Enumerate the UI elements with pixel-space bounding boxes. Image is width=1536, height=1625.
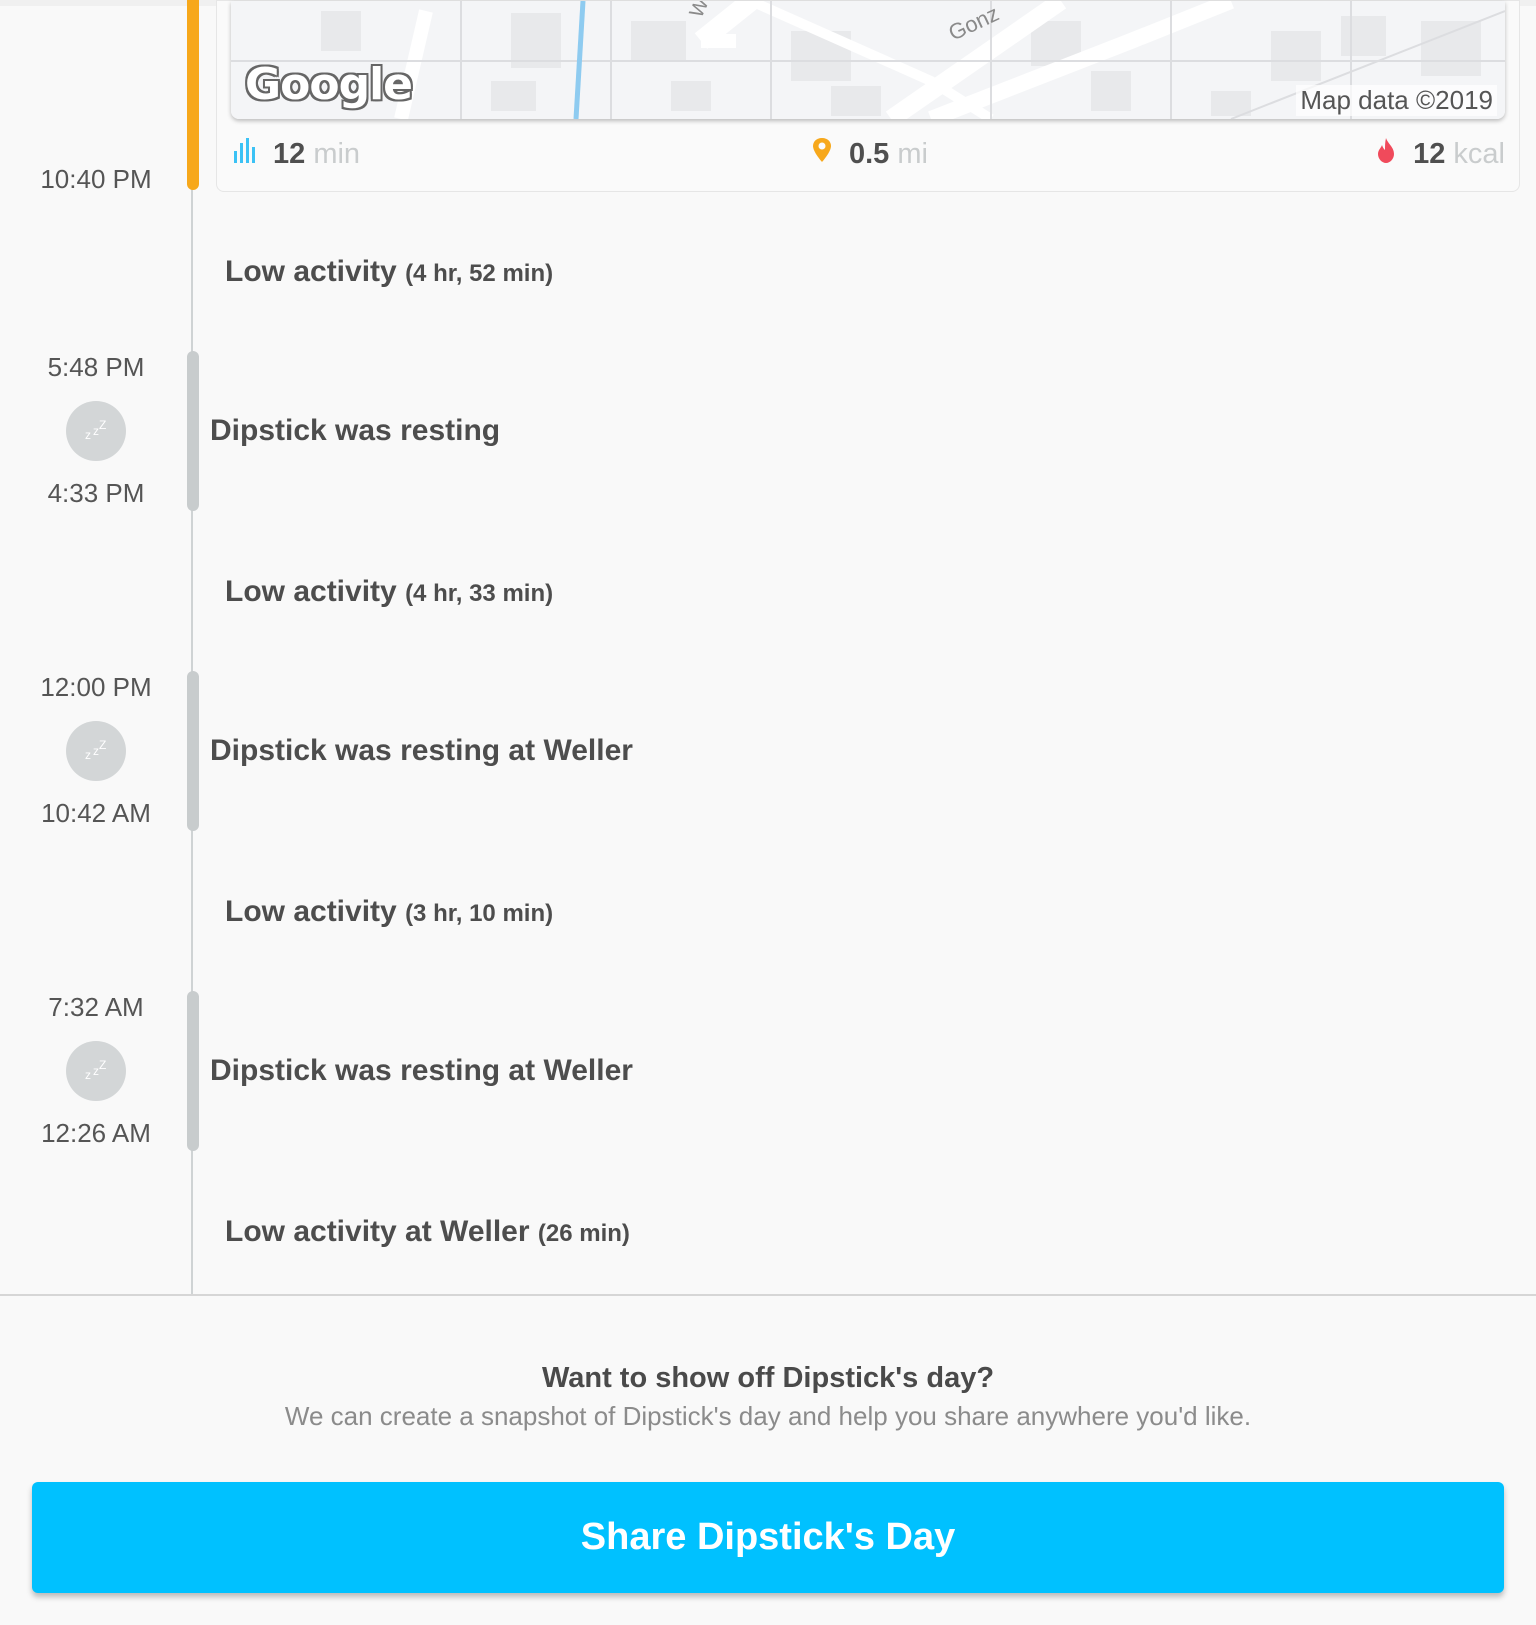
low-activity-duration: (3 hr, 10 min) bbox=[405, 900, 554, 927]
duration-value: 12 bbox=[273, 137, 306, 170]
duration-unit: min bbox=[313, 137, 361, 170]
flame-icon bbox=[1371, 135, 1401, 173]
sleep-icon: zzZ bbox=[66, 401, 126, 461]
svg-text:z: z bbox=[85, 1068, 91, 1082]
route-map[interactable]: Gonz W Google Map data ©2019 bbox=[231, 1, 1505, 119]
rest-start-time: 12:00 PM bbox=[40, 672, 152, 702]
sleep-icon: zzZ bbox=[66, 721, 126, 781]
walk-activity-card[interactable]: Gonz W Google Map data ©2019 12 min 0.5 … bbox=[216, 0, 1520, 192]
rest-bar bbox=[187, 991, 199, 1151]
calories-value: 12 bbox=[1413, 137, 1446, 170]
rest-bar bbox=[187, 671, 199, 831]
rest-item-label[interactable]: Dipstick was resting at Weller bbox=[210, 734, 633, 768]
share-title: Want to show off Dipstick's day? bbox=[541, 1362, 995, 1394]
distance-unit: mi bbox=[897, 137, 928, 170]
share-subtitle: We can create a snapshot of Dipstick's d… bbox=[284, 1401, 1252, 1431]
duration-stat: 12 min bbox=[231, 135, 360, 173]
svg-text:Z: Z bbox=[99, 1058, 106, 1072]
svg-text:z: z bbox=[85, 748, 91, 762]
sleep-icon: zzZ bbox=[66, 1041, 126, 1101]
low-activity-item[interactable]: Low activity (4 hr, 52 min) bbox=[225, 255, 553, 289]
rest-end-time: 10:42 AM bbox=[41, 798, 151, 828]
low-activity-item[interactable]: Low activity at Weller (26 min) bbox=[225, 1215, 630, 1249]
distance-stat: 0.5 mi bbox=[807, 135, 928, 173]
rest-start-time: 7:32 AM bbox=[48, 992, 144, 1022]
activity-stats: 12 min 0.5 mi 12 kcal bbox=[231, 135, 1505, 179]
svg-text:Z: Z bbox=[99, 418, 106, 432]
low-activity-duration: (26 min) bbox=[537, 1220, 630, 1247]
rest-item-label[interactable]: Dipstick was resting bbox=[210, 414, 500, 448]
activity-bars-icon bbox=[231, 135, 261, 173]
low-activity-label: Low activity bbox=[225, 575, 397, 608]
low-activity-item[interactable]: Low activity (4 hr, 33 min) bbox=[225, 575, 553, 609]
distance-value: 0.5 bbox=[849, 137, 890, 170]
map-credit: Map data ©2019 bbox=[1296, 85, 1497, 116]
rest-start-time: 5:48 PM bbox=[47, 352, 145, 382]
walk-end-time: 10:40 PM bbox=[40, 164, 152, 194]
low-activity-label: Low activity bbox=[225, 895, 397, 928]
svg-text:Z: Z bbox=[99, 738, 106, 752]
calories-stat: 12 kcal bbox=[1371, 135, 1505, 173]
low-activity-duration: (4 hr, 33 min) bbox=[405, 580, 554, 607]
location-pin-icon bbox=[807, 135, 837, 173]
google-logo: Google bbox=[245, 59, 413, 110]
rest-end-time: 12:26 AM bbox=[41, 1118, 151, 1148]
low-activity-label: Low activity bbox=[225, 255, 397, 288]
svg-text:z: z bbox=[85, 428, 91, 442]
section-divider bbox=[0, 1294, 1536, 1296]
rest-bar bbox=[187, 351, 199, 511]
share-day-button[interactable]: Share Dipstick's Day bbox=[32, 1482, 1504, 1593]
calories-unit: kcal bbox=[1453, 137, 1505, 170]
low-activity-label: Low activity at Weller bbox=[225, 1215, 530, 1248]
low-activity-duration: (4 hr, 52 min) bbox=[405, 260, 554, 287]
rest-end-time: 4:33 PM bbox=[47, 478, 145, 508]
walk-activity-bar bbox=[187, 0, 199, 190]
rest-item-label[interactable]: Dipstick was resting at Weller bbox=[210, 1054, 633, 1088]
low-activity-item[interactable]: Low activity (3 hr, 10 min) bbox=[225, 895, 553, 929]
